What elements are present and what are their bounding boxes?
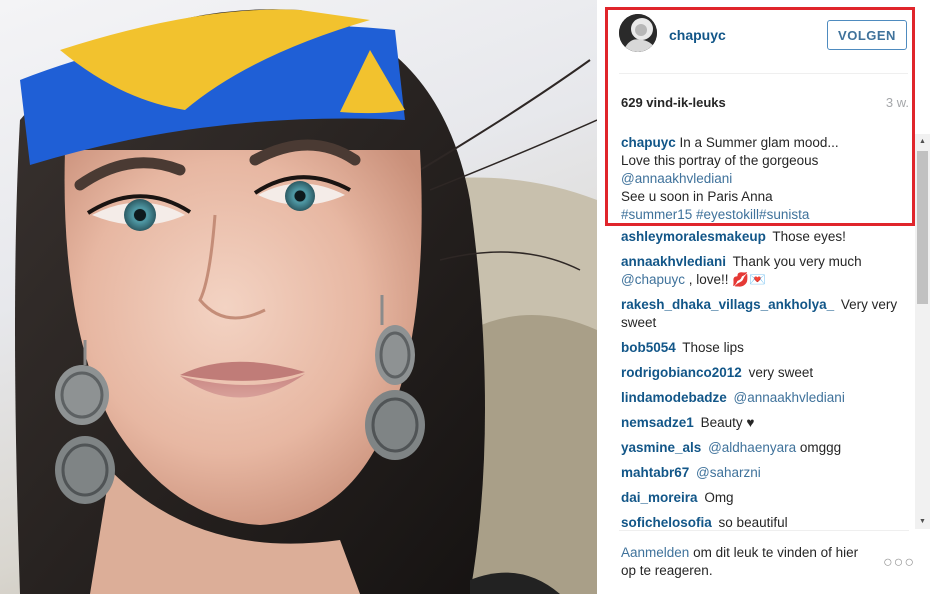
comment-item: sofichelosofia so beautiful — [621, 514, 909, 530]
post-username[interactable]: chapuyc — [669, 27, 726, 43]
comment-item: lindamodebadze @annaakhvlediani — [621, 389, 909, 407]
avatar[interactable] — [619, 14, 657, 52]
comment-mention[interactable]: @aldhaenyara — [708, 440, 796, 455]
caption-line1: In a Summer glam mood... — [679, 135, 839, 150]
comment-text: Omg — [704, 490, 734, 505]
post-photo[interactable] — [0, 0, 597, 594]
comment-item: mahtabr67 @saharzni — [621, 464, 909, 482]
comments-list: ashleymoralesmakeup Those eyes! annaakhv… — [621, 228, 909, 530]
comment-username[interactable]: yasmine_als — [621, 440, 701, 455]
caption-mention[interactable]: @annaakhvlediani — [621, 171, 732, 186]
header-divider — [619, 73, 908, 74]
scroll-up-arrow-icon[interactable]: ▲ — [915, 134, 930, 149]
caption-line3: See u soon in Paris Anna — [621, 189, 773, 204]
comment-username[interactable]: lindamodebadze — [621, 390, 727, 405]
comment-username[interactable]: annaakhvlediani — [621, 254, 726, 269]
more-options-icon[interactable]: ○○○ — [883, 554, 914, 571]
comment-item: bob5054 Those lips — [621, 339, 909, 357]
comment-mention[interactable]: @annaakhvlediani — [734, 390, 845, 405]
login-prompt: Aanmelden om dit leuk te vinden of hier … — [621, 544, 871, 580]
post-header: chapuyc VOLGEN — [619, 14, 909, 58]
comment-mention[interactable]: @saharzni — [696, 465, 761, 480]
comment-username[interactable]: bob5054 — [621, 340, 676, 355]
likes-row: 629 vind-ik-leuks 3 w. — [621, 95, 909, 113]
scroll-thumb[interactable] — [917, 151, 928, 304]
comment-text: very sweet — [748, 365, 814, 380]
post-age[interactable]: 3 w. — [886, 95, 909, 110]
caption-hashtags[interactable]: #summer15 #eyestokill#sunista — [621, 207, 809, 222]
portrait-image — [15, 9, 597, 594]
comment-item: ashleymoralesmakeup Those eyes! — [621, 228, 909, 246]
comment-mention[interactable]: @chapuyc — [621, 272, 685, 287]
comment-username[interactable]: ashleymoralesmakeup — [621, 229, 766, 244]
caption-line2: Love this portray of the gorgeous — [621, 153, 819, 168]
comment-text: Those eyes! — [772, 229, 846, 244]
comment-item: nemsadze1 Beauty ♥ — [621, 414, 909, 432]
avatar-image — [619, 14, 657, 52]
comment-text: , love!! 💋💌 — [688, 272, 766, 287]
comment-text: Those lips — [682, 340, 744, 355]
comment-username[interactable]: nemsadze1 — [621, 415, 694, 430]
comment-text: Thank you very much — [732, 254, 862, 269]
post-caption: chapuyc In a Summer glam mood... Love th… — [621, 134, 891, 224]
comment-username[interactable]: dai_moreira — [621, 490, 698, 505]
comment-item: rakesh_dhaka_villags_ankholya_ Very very… — [621, 296, 909, 332]
likes-count[interactable]: 629 vind-ik-leuks — [621, 95, 726, 110]
comment-username[interactable]: rodrigobianco2012 — [621, 365, 742, 380]
login-link[interactable]: Aanmelden — [621, 545, 689, 560]
caption-username[interactable]: chapuyc — [621, 135, 676, 150]
comment-item: annaakhvlediani Thank you very much @cha… — [621, 253, 909, 289]
comments-scrollbar[interactable]: ▲ ▼ — [915, 134, 930, 529]
comment-text: omggg — [799, 440, 842, 455]
comment-item: dai_moreira Omg — [621, 489, 909, 507]
comment-username[interactable]: mahtabr67 — [621, 465, 689, 480]
comment-text: Beauty ♥ — [700, 415, 755, 430]
comment-item: rodrigobianco2012 very sweet — [621, 364, 909, 382]
post-side-panel: chapuyc VOLGEN 629 vind-ik-leuks 3 w. ch… — [597, 0, 930, 594]
comment-username[interactable]: rakesh_dhaka_villags_ankholya_ — [621, 297, 834, 312]
comment-item: yasmine_als @aldhaenyara omggg — [621, 439, 909, 457]
comment-text: so beautiful — [718, 515, 788, 530]
footer-divider — [619, 530, 909, 531]
scroll-down-arrow-icon[interactable]: ▼ — [915, 514, 930, 529]
follow-button[interactable]: VOLGEN — [827, 20, 907, 50]
comment-username[interactable]: sofichelosofia — [621, 515, 712, 530]
